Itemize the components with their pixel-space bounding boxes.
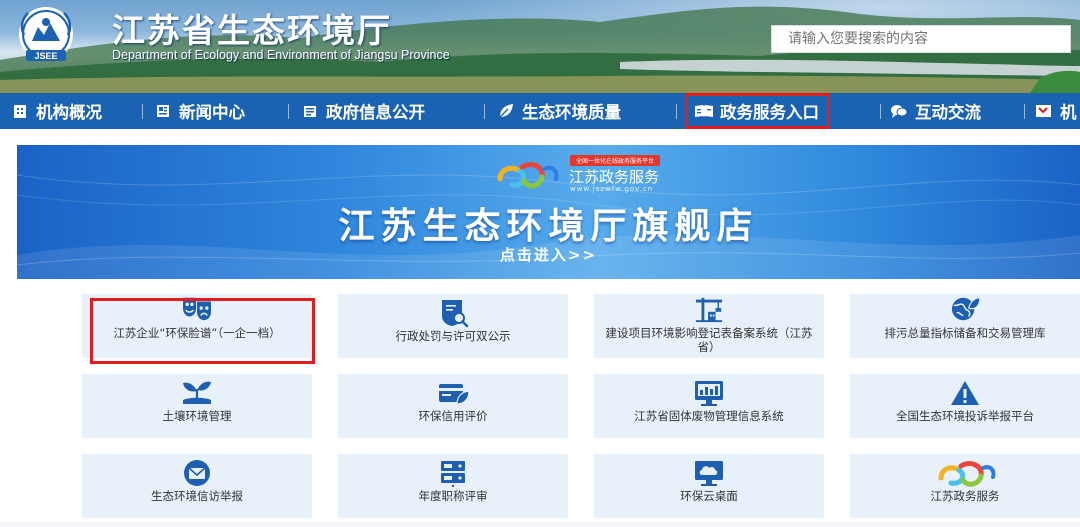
nav-label: 新闻中心 xyxy=(179,103,245,122)
tile-penalty-permit-disclosure[interactable]: 行政处罚与许可双公示 xyxy=(338,294,568,358)
tile-solid-waste-system[interactable]: 江苏省固体废物管理信息系统 xyxy=(594,374,824,438)
tile-label: 行政处罚与许可双公示 xyxy=(395,329,511,343)
nav-item-gov-info[interactable]: 政府信息公开 xyxy=(300,93,425,129)
nav-item-about[interactable]: 机构概况 xyxy=(10,93,102,129)
tile-credit-evaluation[interactable]: 环保信用评价 xyxy=(338,374,568,438)
flag-icon xyxy=(1034,101,1054,121)
credit-card-leaf-icon xyxy=(439,384,470,405)
leaf-icon xyxy=(496,101,516,121)
logo-text: JSEE xyxy=(34,51,57,61)
main-nav: 机构概况 新闻中心 政府信息公开 生态环境质量 政务服务入口 互动交流 机 xyxy=(0,93,1080,129)
brand-name: 江苏政务服务 xyxy=(569,168,660,186)
site-subtitle: Department of Ecology and Environment of… xyxy=(112,48,450,62)
search-input[interactable] xyxy=(771,25,1071,53)
jszw-brand: 全国一体化在线政务服务平台 江苏政务服务 www.jszwfw.gov.cn xyxy=(492,155,712,195)
tile-label: 环保信用评价 xyxy=(418,409,488,423)
nav-item-eco-quality[interactable]: 生态环境质量 xyxy=(496,93,621,129)
tile-emission-quota-trading[interactable]: 排污总量指标储备和交易管理库 xyxy=(850,294,1080,358)
construction-crane-icon xyxy=(695,297,723,323)
tile-label: 江苏企业“环保脸谱”（一企一档） xyxy=(113,326,281,340)
mail-circle-icon xyxy=(184,460,210,486)
tile-label: 年度职称评审 xyxy=(418,489,488,503)
cloud-desktop-icon xyxy=(695,461,723,486)
chat-bubble-icon xyxy=(889,101,909,121)
nav-label: 机 xyxy=(1060,103,1077,122)
monitor-icon xyxy=(695,381,723,406)
document-icon xyxy=(300,101,320,121)
tile-soil-management[interactable]: 土壤环境管理 xyxy=(82,374,312,438)
jsee-logo: JSEE xyxy=(19,7,73,61)
page: JSEE 江苏省生态环境厅 Department of Ecology and … xyxy=(0,0,1080,527)
server-rack-icon xyxy=(441,461,465,487)
site-title: 江苏省生态环境厅 xyxy=(112,11,392,50)
nav-item-gov-service[interactable]: 政务服务入口 xyxy=(685,93,830,129)
site-header: JSEE 江苏省生态环境厅 Department of Ecology and … xyxy=(0,0,1080,93)
tile-label: 土壤环境管理 xyxy=(162,409,232,423)
nav-label: 政务服务入口 xyxy=(720,103,819,122)
tile-label: 环保云桌面 xyxy=(680,489,738,503)
brand-url: www.jszwfw.gov.cn xyxy=(570,185,654,193)
tile-title-review[interactable]: 年度职称评审 xyxy=(338,454,568,518)
nav-divider xyxy=(880,104,881,119)
nav-divider xyxy=(288,104,289,119)
building-icon xyxy=(10,101,30,121)
tile-label: 江苏省固体废物管理信息系统 xyxy=(634,409,784,423)
tile-label: 江苏政务服务 xyxy=(930,489,1000,503)
tile-cloud-desktop[interactable]: 环保云桌面 xyxy=(594,454,824,518)
nav-label: 政府信息公开 xyxy=(326,103,425,122)
banner-enter-link[interactable]: 点击进入>> xyxy=(17,244,1080,265)
bottom-divider xyxy=(0,522,1080,527)
seedling-icon xyxy=(183,381,211,404)
tile-label: 全国生态环境投诉举报平台 xyxy=(896,409,1034,423)
tile-complaint-platform[interactable]: 全国生态环境投诉举报平台 xyxy=(850,374,1080,438)
nav-label: 生态环境质量 xyxy=(522,103,621,122)
certificate-search-icon xyxy=(442,300,469,328)
nav-item-interaction[interactable]: 互动交流 xyxy=(889,93,981,129)
jszw-logo-icon xyxy=(497,162,559,189)
theater-mask-icon xyxy=(183,297,211,321)
nav-item-news[interactable]: 新闻中心 xyxy=(153,93,245,129)
tile-jiangsu-gov-service[interactable]: 江苏政务服务 xyxy=(850,454,1080,518)
tile-enterprise-profile[interactable]: 江苏企业“环保脸谱”（一企一档） xyxy=(82,294,312,358)
tile-label: 生态环境信访举报 xyxy=(151,489,243,503)
globe-leaf-icon xyxy=(951,297,981,321)
nav-label: 互动交流 xyxy=(915,103,981,122)
warning-triangle-icon xyxy=(951,381,979,405)
tile-label: 排污总量指标储备和交易管理库 xyxy=(884,326,1046,340)
nav-label: 机构概况 xyxy=(36,103,102,122)
nav-divider xyxy=(142,104,143,119)
service-book-icon xyxy=(694,101,714,121)
tile-eia-registration[interactable]: 建设项目环境影响登记表备案系统（江苏省） xyxy=(594,294,824,358)
platform-tag: 全国一体化在线政务服务平台 xyxy=(570,155,661,166)
nav-divider xyxy=(676,104,677,119)
flagship-store-banner[interactable]: 全国一体化在线政务服务平台 江苏政务服务 www.jszwfw.gov.cn 江… xyxy=(17,145,1080,279)
newspaper-icon xyxy=(153,101,173,121)
banner-title: 江苏生态环境厅旗舰店 xyxy=(338,206,759,247)
tile-label: 建设项目环境影响登记表备案系统（江苏省） xyxy=(605,326,813,354)
nav-item-more[interactable]: 机 xyxy=(1034,93,1077,129)
tile-petition-report[interactable]: 生态环境信访举报 xyxy=(82,454,312,518)
nav-divider xyxy=(484,104,485,119)
jszw-logo-icon xyxy=(938,461,996,487)
nav-divider xyxy=(1024,104,1025,119)
